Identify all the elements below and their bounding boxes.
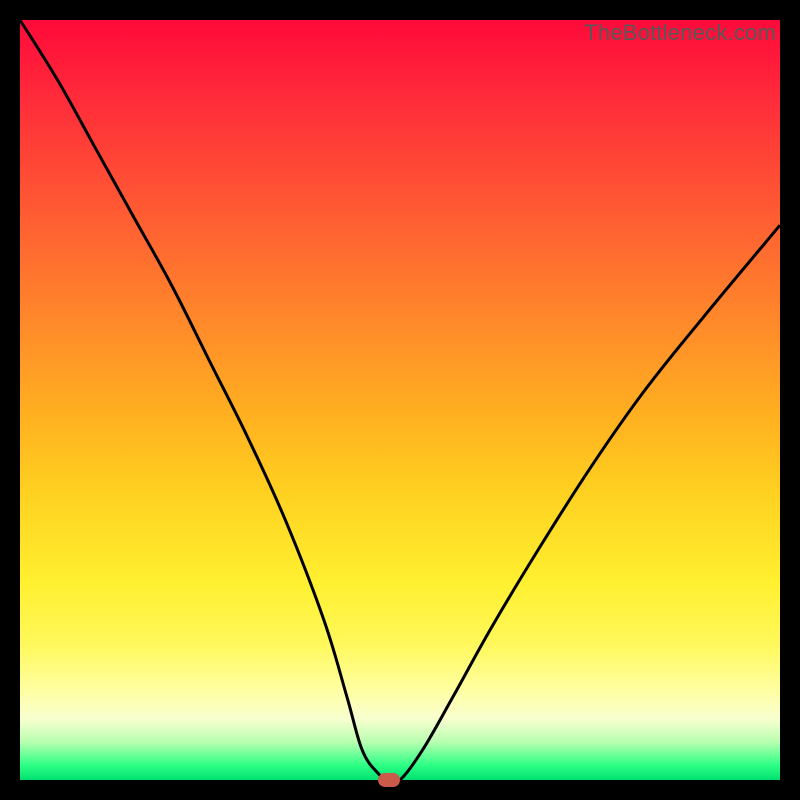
plot-area: TheBottleneck.com [20,20,780,780]
curve-path [20,20,780,783]
bottleneck-curve [20,20,780,780]
chart-frame: TheBottleneck.com [0,0,800,800]
optimal-marker [378,773,400,787]
